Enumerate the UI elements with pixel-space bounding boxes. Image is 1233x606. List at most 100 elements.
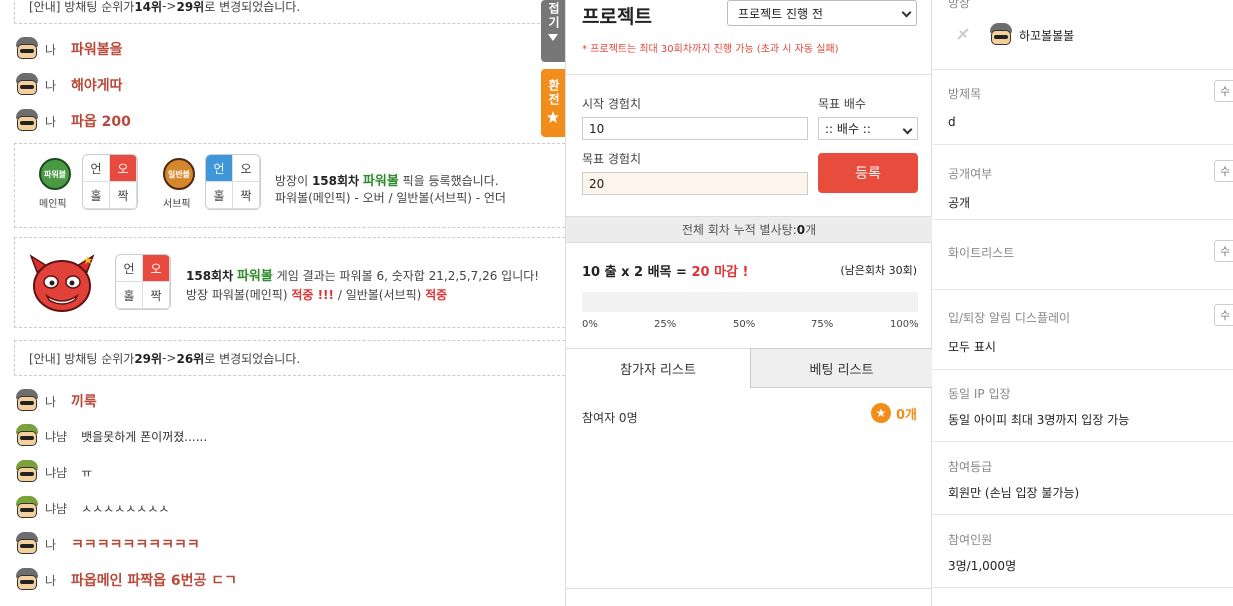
message-text: ㅋㅋㅋㅋㅋㅋㅋㅋㅋㅋ bbox=[71, 537, 200, 553]
main-pick-grid: 언 오 홀 짝 bbox=[82, 154, 138, 210]
cell-odd: 홀 bbox=[83, 182, 110, 209]
display-label: 입/퇴장 알림 디스플레이 bbox=[948, 311, 1071, 325]
ip-label: 동일 IP 입장 bbox=[948, 387, 1011, 401]
project-title: 프로젝트 bbox=[582, 6, 652, 28]
avatar[interactable] bbox=[14, 388, 40, 414]
chat-message: 나 끼룩 bbox=[14, 388, 97, 414]
public-label: 공개여부 bbox=[948, 167, 993, 181]
tab-bets[interactable]: 베팅 리스트 bbox=[750, 348, 932, 388]
cell-over: 오 bbox=[110, 155, 137, 182]
chevron-down-icon bbox=[902, 124, 913, 135]
message-text: 파옵메인 파짝옵 6번공 ㄷㄱ bbox=[71, 573, 238, 589]
cell-odd: 홀 bbox=[206, 182, 233, 209]
edit-public-button[interactable]: 수 bbox=[1214, 160, 1233, 182]
powerball-icon: 파워볼 bbox=[39, 158, 71, 190]
chat-message: 나 ㅋㅋㅋㅋㅋㅋㅋㅋㅋㅋ bbox=[14, 531, 200, 557]
pick-line-1: 방장이 158회차 파워볼 픽을 등록했습니다. bbox=[275, 170, 499, 189]
divider bbox=[566, 74, 932, 75]
message-nick[interactable]: 냐냠 bbox=[45, 428, 67, 445]
chat-message: 나 파옵 200 bbox=[14, 108, 131, 134]
project-status-select[interactable]: 프로젝트 진행 전 bbox=[727, 0, 917, 26]
pick-suffix: 픽을 등록했습니다. bbox=[398, 174, 499, 188]
display-value: 모두 표시 bbox=[948, 340, 996, 354]
cell-over: 오 bbox=[233, 155, 260, 182]
project-status-value: 프로젝트 진행 전 bbox=[738, 6, 823, 21]
cell-odd: 홀 bbox=[116, 282, 143, 309]
chat-message: 나 파옵메인 파짝옵 6번공 ㄷㄱ bbox=[14, 567, 237, 593]
host-name[interactable]: 하꼬볼볼볼 bbox=[1019, 27, 1074, 44]
pick-registration-card: 파워볼 메인픽 언 오 홀 짝 일반볼 서브픽 언 오 홀 짝 방장이 158회… bbox=[14, 143, 565, 228]
sub-pick-caption: 서브픽 bbox=[163, 199, 191, 210]
start-exp-input[interactable]: 10 bbox=[582, 117, 808, 140]
goal-highlight: 20 마감 ! bbox=[691, 265, 749, 280]
message-text: 끼룩 bbox=[71, 394, 97, 410]
progress-tick: 100% bbox=[890, 319, 919, 330]
total-candy-bar: 전체 회차 누적 별사탕: 0개 bbox=[566, 216, 932, 243]
cell-even: 짝 bbox=[233, 182, 260, 209]
whitelist-section: 화이트리스트 수 bbox=[933, 220, 1233, 290]
message-text: 파옵 200 bbox=[71, 114, 131, 130]
avatar[interactable] bbox=[14, 108, 40, 134]
result-line-1: 158회차 파워볼 게임 결과는 파워볼 6, 숫자합 21,2,5,7,26 … bbox=[186, 265, 539, 284]
title-label: 방제목 bbox=[948, 87, 982, 101]
edit-display-button[interactable]: 수 bbox=[1214, 304, 1233, 326]
star-coin-icon: ★ bbox=[870, 403, 891, 423]
target-exp-input[interactable]: 20 bbox=[582, 172, 808, 195]
host-avatar[interactable] bbox=[988, 22, 1014, 48]
message-nick[interactable]: 나 bbox=[45, 536, 57, 553]
goal-summary: 10 출 x 2 배목 = 20 마감 ! bbox=[582, 261, 748, 280]
devil-mascot-icon bbox=[29, 254, 95, 312]
avatar[interactable] bbox=[14, 567, 40, 593]
pick-prefix: 방장이 bbox=[275, 174, 312, 188]
message-nick[interactable]: 나 bbox=[45, 572, 57, 589]
message-nick[interactable]: 냐냠 bbox=[45, 500, 67, 517]
title-section: 방제목 수 d bbox=[933, 70, 1233, 145]
chat-message: 냐냠 뱃을못하게 폰이꺼졌...... bbox=[14, 423, 207, 449]
grade-label: 참여등급 bbox=[948, 460, 993, 474]
avatar[interactable] bbox=[14, 36, 40, 62]
candy-count: ★ 0개 bbox=[870, 403, 917, 423]
edit-title-button[interactable]: 수 bbox=[1214, 80, 1233, 102]
total-prefix: 전체 회차 누적 별사탕: bbox=[681, 223, 797, 237]
message-nick[interactable]: 나 bbox=[45, 41, 57, 58]
star-icon bbox=[547, 111, 559, 123]
total-suffix: 개 bbox=[805, 223, 817, 237]
fold-button[interactable]: 접기 bbox=[541, 0, 565, 62]
message-nick[interactable]: 냐냠 bbox=[45, 464, 67, 481]
grade-value: 회원만 (손님 입장 불가능) bbox=[948, 486, 1080, 500]
message-nick[interactable]: 나 bbox=[45, 113, 57, 130]
total-value: 0 bbox=[796, 222, 806, 237]
ip-section: 동일 IP 입장 동일 아이피 최대 3명까지 입장 가능 bbox=[933, 370, 1233, 442]
register-button[interactable]: 등록 bbox=[818, 153, 918, 193]
rank-notice: [안내] 방채팅 순위가 14위 -> 29위 로 변경되었습니다. bbox=[14, 0, 565, 24]
project-note: * 프로젝트는 최대 30회차까지 진행 가능 (초과 시 자동 실패) bbox=[582, 44, 839, 55]
target-exp-label: 목표 경험치 bbox=[582, 152, 642, 166]
avatar[interactable] bbox=[14, 459, 40, 485]
target-mult-select[interactable]: :: 배수 :: bbox=[818, 117, 918, 140]
remaining-rounds: (남은회차 30회) bbox=[840, 264, 917, 277]
host-section: 방장 하꼬볼볼볼 bbox=[933, 0, 1233, 70]
display-section: 입/퇴장 알림 디스플레이 수 모두 표시 bbox=[933, 290, 1233, 370]
target-mult-label: 목표 배수 bbox=[818, 97, 866, 111]
progress-tick: 25% bbox=[654, 319, 677, 330]
public-value: 공개 bbox=[948, 196, 971, 210]
progress-tick: 75% bbox=[811, 319, 834, 330]
result-main-hit: 적중 !!! bbox=[291, 288, 335, 302]
exchange-button[interactable]: 환전 bbox=[541, 69, 565, 137]
avatar[interactable] bbox=[14, 495, 40, 521]
grade-section: 참여등급 회원만 (손님 입장 불가능) bbox=[933, 442, 1233, 515]
project-panel: 프로젝트 프로젝트 진행 전 * 프로젝트는 최대 30회차까지 진행 가능 (… bbox=[565, 0, 932, 606]
result-sub-label: / 일반볼(서브픽) bbox=[334, 288, 426, 302]
main-pick-caption: 메인픽 bbox=[39, 199, 67, 210]
tab-participants[interactable]: 참가자 리스트 bbox=[566, 348, 750, 388]
message-nick[interactable]: 나 bbox=[45, 393, 57, 410]
result-summary: 게임 결과는 파워볼 6, 숫자합 21,2,5,7,26 입니다! bbox=[272, 269, 540, 283]
chat-message: 냐냠 ㅅㅅㅅㅅㅅㅅㅅㅅ bbox=[14, 495, 169, 521]
avatar[interactable] bbox=[14, 72, 40, 98]
crown-icon bbox=[957, 28, 969, 40]
members-label: 참여인원 bbox=[948, 533, 993, 547]
avatar[interactable] bbox=[14, 531, 40, 557]
avatar[interactable] bbox=[14, 423, 40, 449]
message-nick[interactable]: 나 bbox=[45, 77, 57, 94]
edit-whitelist-button[interactable]: 수 bbox=[1214, 240, 1233, 262]
